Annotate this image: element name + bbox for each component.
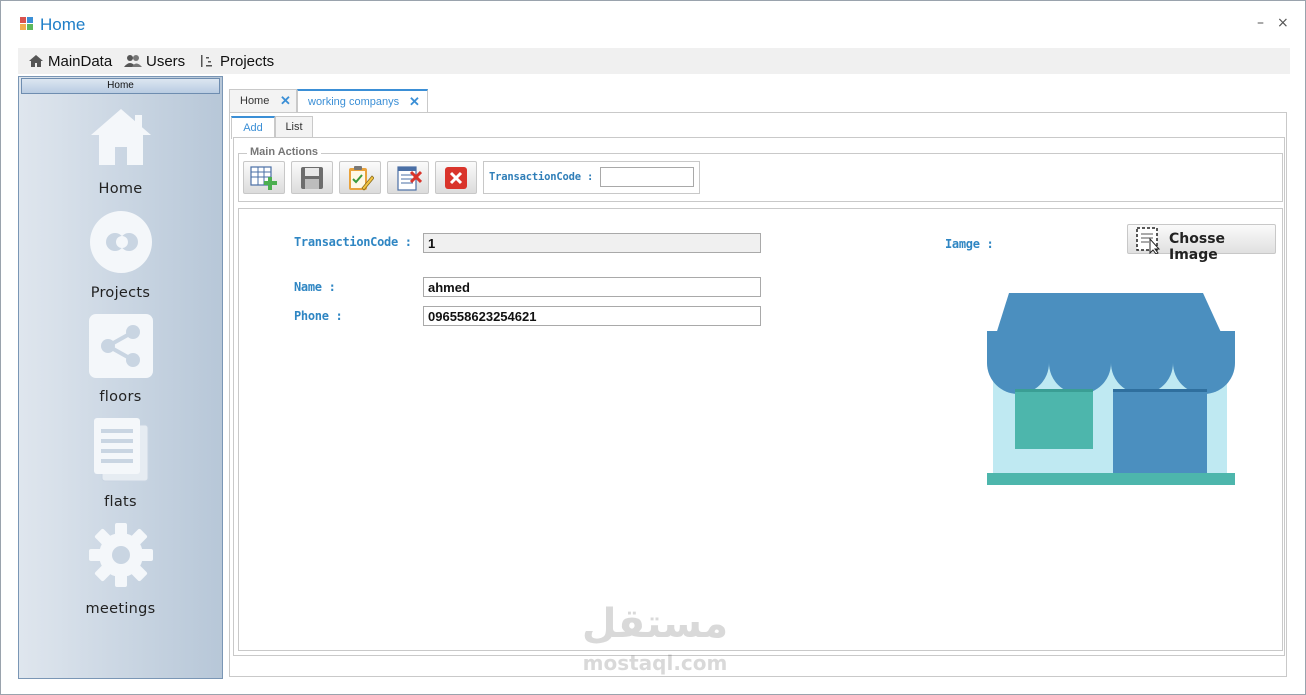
menu-users[interactable]: Users bbox=[124, 51, 185, 71]
menu-users-label: Users bbox=[146, 52, 186, 70]
document-tabs-area: Home ✕ working companys ✕ Add List Main … bbox=[229, 89, 1287, 677]
tab-home-label: Home bbox=[240, 95, 270, 107]
transaction-code-field[interactable] bbox=[423, 233, 761, 253]
circles-icon bbox=[90, 211, 152, 273]
transaction-code-label: TransactionCode : bbox=[294, 235, 412, 249]
save-button[interactable] bbox=[291, 161, 333, 194]
tab-working-companys[interactable]: working companys ✕ bbox=[297, 89, 428, 114]
menu-bar: MainData Users Projects bbox=[18, 48, 1290, 74]
main-actions-legend: Main Actions bbox=[247, 146, 322, 158]
add-new-button[interactable] bbox=[243, 161, 285, 194]
name-label: Name : bbox=[294, 280, 336, 294]
app-window: Home – × MainData Users Projects Home Ho… bbox=[0, 0, 1306, 695]
users-icon bbox=[124, 55, 142, 67]
toolbar-transaction-label: TransactionCode : bbox=[489, 171, 594, 183]
edit-button[interactable] bbox=[339, 161, 381, 194]
sidebar-item-flats[interactable]: flats bbox=[19, 417, 222, 513]
main-actions-group: Main Actions TransactionCode: bbox=[238, 146, 1283, 202]
add-panel: Main Actions TransactionCode: Transacti… bbox=[233, 137, 1285, 656]
save-icon bbox=[301, 166, 323, 189]
minimize-button[interactable]: – bbox=[1257, 15, 1264, 31]
close-window-button[interactable]: × bbox=[1277, 15, 1289, 31]
image-label: Iamge : bbox=[945, 237, 994, 251]
sidebar-item-projects[interactable]: Projects bbox=[19, 209, 222, 305]
tab-home-close-icon[interactable]: ✕ bbox=[280, 93, 291, 109]
title-bar: Home – × bbox=[1, 1, 1305, 47]
subtab-add[interactable]: Add bbox=[231, 116, 275, 139]
home-icon bbox=[29, 55, 43, 67]
menu-projects-label: Projects bbox=[220, 52, 275, 70]
toolbar-transaction-input[interactable] bbox=[600, 167, 694, 187]
sidebar-header: Home bbox=[21, 78, 220, 94]
name-field[interactable] bbox=[423, 277, 761, 297]
menu-projects[interactable]: Projects bbox=[200, 51, 274, 71]
phone-label: Phone : bbox=[294, 309, 343, 323]
cancel-icon bbox=[445, 166, 467, 189]
sidebar-item-floors[interactable]: floors bbox=[19, 313, 222, 409]
image-select-icon bbox=[1136, 227, 1161, 254]
sidebar: Home Home Projects floors flats meetings bbox=[18, 76, 223, 679]
choose-image-label: Chosse Image bbox=[1169, 231, 1226, 263]
phone-field[interactable] bbox=[423, 306, 761, 326]
sidebar-item-meetings-label: meetings bbox=[85, 601, 156, 617]
form-panel: TransactionCode : Name : Phone : Iamge : bbox=[238, 208, 1283, 651]
menu-maindata[interactable]: MainData bbox=[28, 51, 112, 71]
share-icon bbox=[89, 314, 153, 378]
menu-maindata-label: MainData bbox=[48, 52, 113, 70]
delete-document-icon bbox=[397, 165, 422, 191]
window-title: Home bbox=[40, 15, 86, 34]
sidebar-item-meetings[interactable]: meetings bbox=[19, 522, 222, 618]
tab-working-companys-label: working companys bbox=[308, 96, 400, 108]
sidebar-item-flats-label: flats bbox=[104, 494, 137, 510]
cancel-button[interactable] bbox=[435, 161, 477, 194]
delete-button[interactable] bbox=[387, 161, 429, 194]
house-icon bbox=[91, 109, 151, 165]
edit-clipboard-icon bbox=[349, 165, 374, 191]
sidebar-item-projects-label: Projects bbox=[90, 285, 151, 301]
document-frame: Add List Main Actions TransactionCode: … bbox=[229, 112, 1287, 677]
sidebar-item-home-label: Home bbox=[98, 181, 143, 197]
document-icon bbox=[94, 418, 149, 482]
transaction-search-box: TransactionCode : bbox=[483, 161, 700, 194]
add-grid-icon bbox=[250, 165, 277, 190]
shop-storefront-image bbox=[987, 293, 1235, 485]
sidebar-item-home[interactable]: Home bbox=[19, 105, 222, 201]
choose-image-button[interactable]: Chosse Image bbox=[1127, 224, 1276, 263]
projects-icon bbox=[201, 55, 212, 67]
subtab-list[interactable]: List bbox=[275, 116, 313, 138]
tab-working-companys-close-icon[interactable]: ✕ bbox=[409, 94, 420, 110]
app-icon bbox=[20, 17, 34, 31]
tab-home[interactable]: Home ✕ bbox=[229, 89, 297, 113]
sidebar-item-floors-label: floors bbox=[99, 389, 142, 405]
gear-icon bbox=[89, 523, 153, 587]
